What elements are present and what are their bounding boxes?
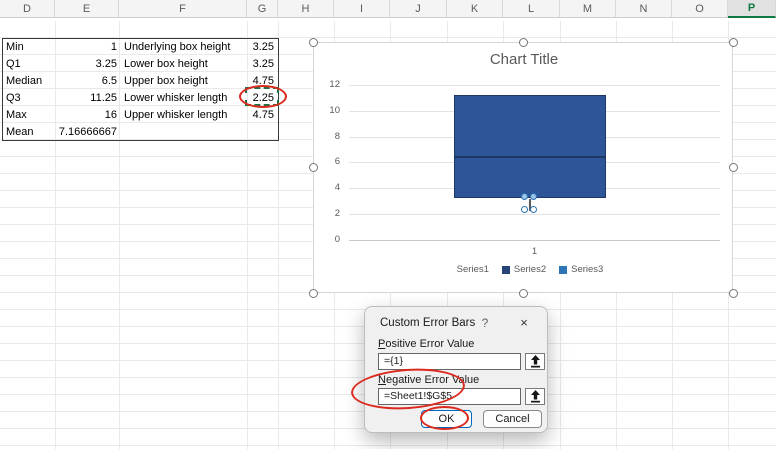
chart-title[interactable]: Chart Title	[314, 51, 734, 68]
cell-f4[interactable]: Upper box height	[120, 73, 247, 90]
column-header-m[interactable]: M	[560, 0, 616, 18]
chart-resize-handle[interactable]	[309, 38, 318, 47]
cell-d7[interactable]: Mean	[3, 124, 56, 141]
legend-swatch-series1	[445, 266, 453, 274]
positive-error-value-input[interactable]: ={1}	[378, 353, 521, 370]
cell-d5[interactable]: Q3	[3, 90, 56, 107]
cell-g7[interactable]	[247, 124, 278, 141]
column-header-g[interactable]: G	[247, 0, 278, 18]
table-row: Max 16 Upper whisker length 4.75	[3, 107, 278, 124]
error-bar-handle[interactable]	[521, 206, 528, 213]
y-axis-tick-label: 10	[329, 105, 340, 116]
median-divider-line	[455, 156, 605, 158]
legend-swatch-series3	[559, 265, 568, 274]
legend-item-series1[interactable]: Series1	[445, 264, 489, 275]
chart-resize-handle[interactable]	[309, 289, 318, 298]
legend-item-series3[interactable]: Series3	[559, 264, 603, 275]
y-axis-tick-label: 8	[334, 131, 340, 142]
chart-resize-handle[interactable]	[729, 289, 738, 298]
cell-d2[interactable]: Min	[3, 39, 56, 56]
table-row: Mean 7.16666667	[3, 124, 278, 141]
legend-swatch-series2	[501, 265, 510, 274]
close-icon[interactable]: ×	[516, 315, 532, 330]
column-header-h[interactable]: H	[278, 0, 334, 18]
column-header-i[interactable]: I	[334, 0, 390, 18]
cell-f7[interactable]	[120, 124, 247, 141]
column-header-k[interactable]: K	[447, 0, 503, 18]
column-header-n[interactable]: N	[616, 0, 672, 18]
chart-gridline	[349, 214, 720, 215]
cell-g3[interactable]: 3.25	[247, 56, 278, 73]
chart-resize-handle[interactable]	[519, 289, 528, 298]
annotation-ellipse-ok-button	[420, 406, 469, 430]
chart-legend[interactable]: Series1 Series2 Series3	[314, 264, 734, 275]
cell-f3[interactable]: Lower box height	[120, 56, 247, 73]
collapse-dialog-button[interactable]	[525, 388, 545, 405]
y-axis-tick-label: 2	[334, 208, 340, 219]
cell-f6[interactable]: Upper whisker length	[120, 107, 247, 124]
cell-e2[interactable]: 1	[56, 39, 120, 56]
cell-e5[interactable]: 11.25	[56, 90, 120, 107]
error-bar-handle[interactable]	[530, 193, 537, 200]
legend-label: Series2	[513, 264, 547, 275]
column-header-o[interactable]: O	[672, 0, 728, 18]
cancel-button[interactable]: Cancel	[483, 410, 542, 428]
chart-resize-handle[interactable]	[309, 163, 318, 172]
help-icon[interactable]: ?	[477, 316, 493, 330]
legend-item-series2[interactable]: Series2	[501, 264, 547, 275]
table-row: Q1 3.25 Lower box height 3.25	[3, 56, 278, 73]
error-bar-handle[interactable]	[521, 193, 528, 200]
box-plot-body[interactable]	[454, 95, 606, 198]
annotation-ellipse-g5-value	[239, 85, 287, 108]
cell-d3[interactable]: Q1	[3, 56, 56, 73]
cell-d6[interactable]: Max	[3, 107, 56, 124]
collapse-dialog-icon	[530, 390, 540, 403]
legend-label: Series1	[456, 264, 489, 275]
table-row: Q3 11.25 Lower whisker length 2.25	[3, 90, 278, 107]
cell-f5[interactable]: Lower whisker length	[120, 90, 247, 107]
chart-resize-handle[interactable]	[519, 38, 528, 47]
x-axis-category-label: 1	[531, 246, 538, 257]
cell-g2[interactable]: 3.25	[247, 39, 278, 56]
cell-e6[interactable]: 16	[56, 107, 120, 124]
y-axis-tick-label: 12	[329, 79, 340, 90]
positive-error-value-label: Positive Error Value	[378, 338, 475, 350]
cell-e7[interactable]: 7.16666667	[56, 124, 120, 141]
column-header-l[interactable]: L	[503, 0, 560, 18]
chart-x-axis-line	[349, 240, 720, 241]
excel-sheet-view: D E F G H I J K L M N O P Min 1 Underlyi…	[0, 0, 776, 449]
collapse-dialog-icon	[530, 355, 540, 368]
table-row: Median 6.5 Upper box height 4.75	[3, 73, 278, 90]
collapse-dialog-button[interactable]	[525, 353, 545, 370]
dialog-title: Custom Error Bars	[380, 317, 476, 329]
y-axis-tick-label: 0	[334, 234, 340, 245]
y-axis-tick-label: 4	[334, 182, 340, 193]
cell-g6[interactable]: 4.75	[247, 107, 278, 124]
column-header-e[interactable]: E	[55, 0, 119, 18]
cell-f2[interactable]: Underlying box height	[120, 39, 247, 56]
column-headers: D E F G H I J K L M N O P	[0, 0, 776, 18]
chart[interactable]: Chart Title 12 10 8 6 4 2 0 1 Series1 Se…	[309, 38, 738, 298]
cell-e3[interactable]: 3.25	[56, 56, 120, 73]
cell-d4[interactable]: Median	[3, 73, 56, 90]
column-header-p-selected[interactable]: P	[728, 0, 776, 18]
column-header-d[interactable]: D	[0, 0, 55, 18]
column-header-j[interactable]: J	[390, 0, 447, 18]
legend-label: Series3	[571, 264, 604, 275]
error-bar-handle[interactable]	[530, 206, 537, 213]
cell-e4[interactable]: 6.5	[56, 73, 120, 90]
stats-table: Min 1 Underlying box height 3.25 Q1 3.25…	[2, 38, 279, 141]
chart-gridline	[349, 85, 720, 86]
table-row: Min 1 Underlying box height 3.25	[3, 39, 278, 56]
column-header-f[interactable]: F	[119, 0, 247, 18]
chart-resize-handle[interactable]	[729, 38, 738, 47]
chart-resize-handle[interactable]	[729, 163, 738, 172]
